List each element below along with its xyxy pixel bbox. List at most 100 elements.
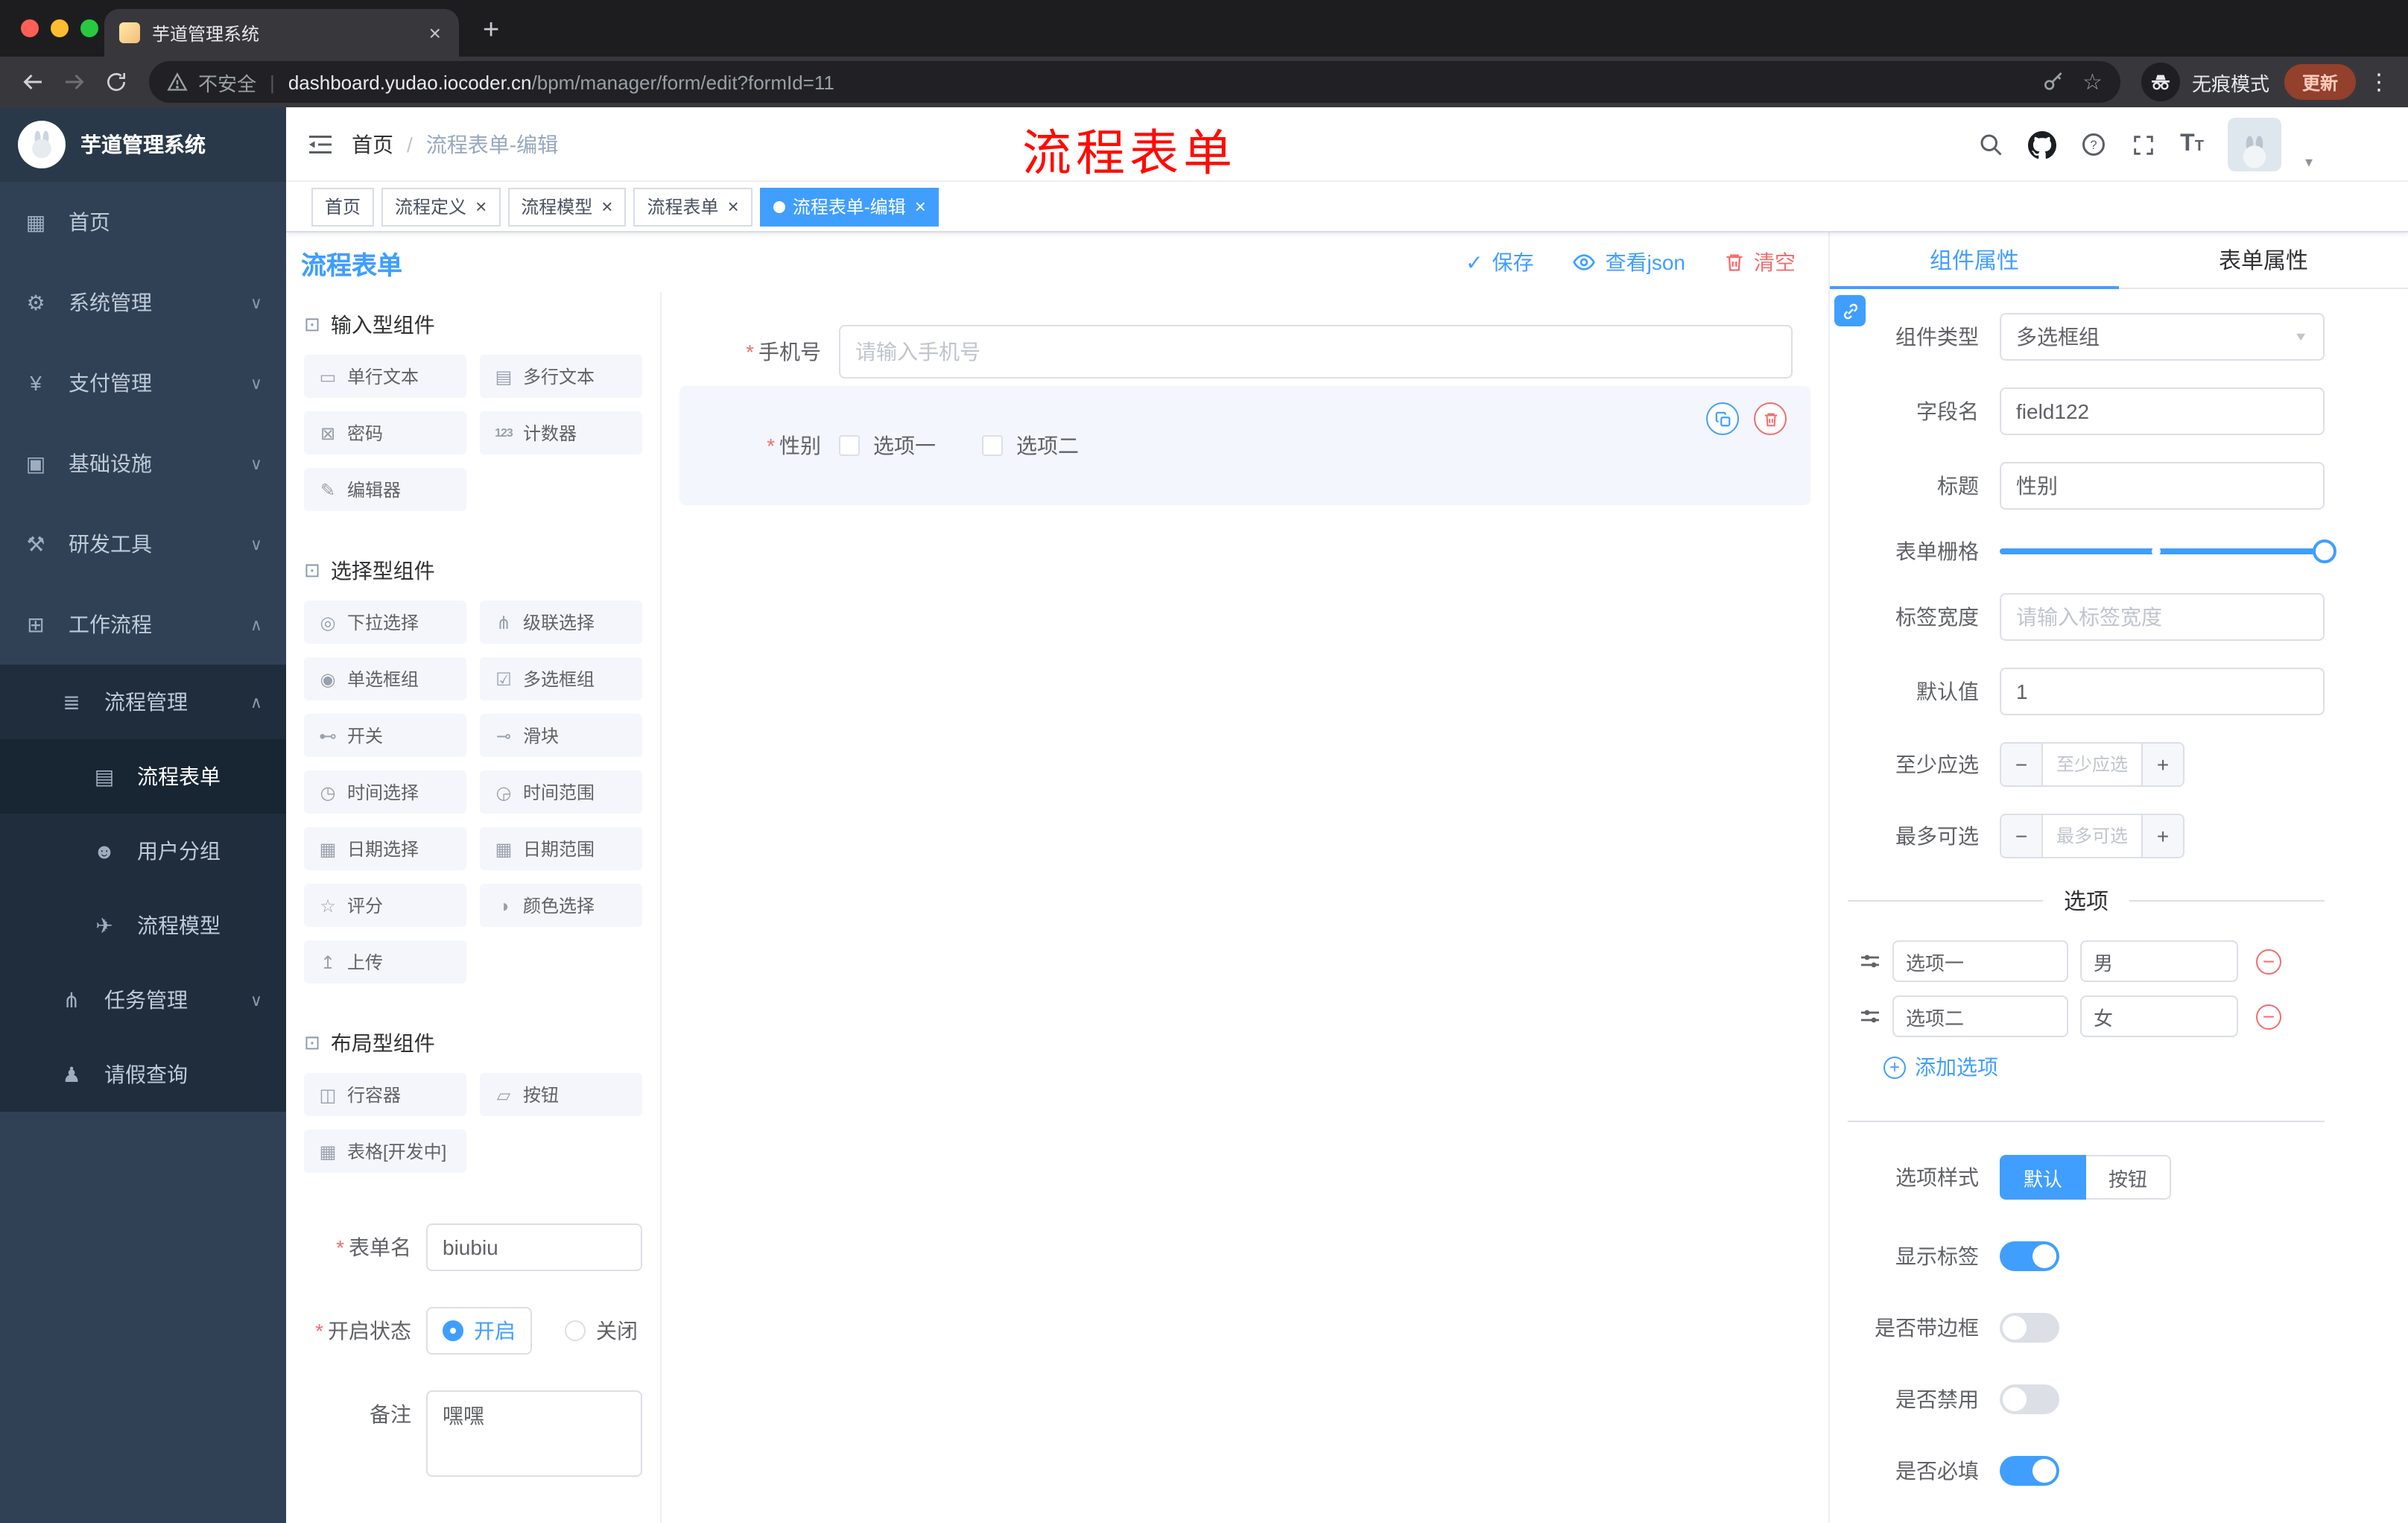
search-icon[interactable] (1977, 131, 2004, 158)
sidebar-item-1[interactable]: ⚙ 系统管理 ∨ (0, 262, 286, 343)
reload-button[interactable] (95, 61, 137, 103)
avatar-caret-icon[interactable]: ▾ (2305, 155, 2313, 171)
breadcrumb-home[interactable]: 首页 (352, 129, 393, 159)
delete-widget-button[interactable] (1754, 402, 1787, 435)
palette-item-counter[interactable]: 123 计数器 (480, 411, 642, 455)
tag-1[interactable]: 流程定义 × (381, 187, 501, 226)
remove-option-icon[interactable]: − (2256, 1004, 2281, 1029)
save-button[interactable]: ✓ 保存 (1466, 247, 1533, 277)
palette-item-date-range[interactable]: ▦ 日期范围 (480, 827, 642, 870)
drag-handle-icon[interactable] (1860, 1006, 1881, 1027)
font-size-icon[interactable]: TT (2180, 132, 2204, 156)
browser-menu-kebab-icon[interactable]: ⋮ (2368, 69, 2390, 95)
palette-item-table[interactable]: ▦ 表格[开发中] (304, 1130, 466, 1173)
palette-item-button[interactable]: ▱ 按钮 (480, 1073, 642, 1116)
decrease-button[interactable]: − (2001, 815, 2043, 857)
checkbox-option-0[interactable]: 选项一 (839, 431, 936, 460)
tag-0[interactable]: 首页 (311, 187, 375, 226)
sidebar-item-5[interactable]: ⊞ 工作流程 ∧ (0, 584, 286, 665)
sidebar-fold-icon[interactable] (307, 132, 334, 156)
link-icon[interactable] (1834, 295, 1866, 326)
view-json-button[interactable]: 查看json (1573, 247, 1685, 277)
grid-slider[interactable] (2000, 539, 2336, 563)
palette-item-textarea[interactable]: ▤ 多行文本 (480, 355, 642, 398)
palette-item-checkbox-group[interactable]: ☑ 多选框组 (480, 657, 642, 700)
palette-item-time-range[interactable]: ◶ 时间范围 (480, 770, 642, 814)
option-value-input[interactable] (2080, 995, 2238, 1037)
forward-button[interactable] (54, 61, 95, 103)
tag-close-icon[interactable]: × (915, 195, 926, 218)
palette-item-date[interactable]: ▦ 日期选择 (304, 827, 466, 870)
tag-2[interactable]: 流程模型 × (507, 187, 627, 226)
clear-button[interactable]: 清空 (1724, 247, 1796, 277)
fullscreen-icon[interactable] (2131, 132, 2156, 157)
sidebar-item-4[interactable]: ⚒ 研发工具 ∨ (0, 504, 286, 584)
back-button[interactable] (12, 61, 54, 103)
form-name-input[interactable] (426, 1223, 642, 1271)
remove-option-icon[interactable]: − (2256, 949, 2281, 974)
tag-close-icon[interactable]: × (475, 195, 487, 218)
sidebar-item-8[interactable]: ☻ 用户分组 (0, 814, 286, 888)
sidebar-item-10[interactable]: ⋔ 任务管理 ∨ (0, 963, 286, 1037)
tab-form-props[interactable]: 表单属性 (2119, 232, 2408, 288)
label-width-input[interactable] (2000, 593, 2325, 641)
title-input[interactable] (2000, 462, 2325, 510)
increase-button[interactable]: + (2141, 744, 2183, 785)
palette-item-upload[interactable]: ↥ 上传 (304, 940, 466, 984)
toggle-switch[interactable] (2000, 1456, 2059, 1486)
palette-item-slider[interactable]: ⊸ 滑块 (480, 714, 642, 757)
tag-close-icon[interactable]: × (728, 195, 739, 218)
palette-item-color[interactable]: ◑ 颜色选择 (480, 884, 642, 927)
palette-item-password[interactable]: ⊠ 密码 (304, 411, 466, 455)
style-button-button[interactable]: 按钮 (2086, 1155, 2172, 1200)
sidebar-item-3[interactable]: ▣ 基础设施 ∨ (0, 423, 286, 504)
palette-item-cascader[interactable]: ⋔ 级联选择 (480, 601, 642, 644)
gender-field-widget[interactable]: * 性别 选项一 选项二 (679, 386, 1810, 505)
close-window-button[interactable] (21, 19, 39, 37)
update-button[interactable]: 更新 (2284, 64, 2356, 100)
add-option-button[interactable]: + 添加选项 (1883, 1052, 2325, 1082)
field-name-input[interactable] (2000, 387, 2325, 435)
palette-item-editor[interactable]: ✎ 编辑器 (304, 468, 466, 511)
tag-close-icon[interactable]: × (601, 195, 612, 218)
tag-4[interactable]: 流程表单-编辑 × (759, 187, 940, 226)
checkbox-option-1[interactable]: 选项二 (982, 431, 1079, 460)
option-label-input[interactable] (1892, 995, 2068, 1037)
user-avatar[interactable] (2227, 118, 2281, 171)
style-default-button[interactable]: 默认 (2000, 1155, 2087, 1200)
zoom-window-button[interactable] (80, 19, 98, 37)
copy-widget-button[interactable] (1706, 402, 1739, 435)
option-value-input[interactable] (2080, 940, 2238, 982)
palette-item-time[interactable]: ◷ 时间选择 (304, 770, 466, 814)
palette-item-select[interactable]: ◎ 下拉选择 (304, 601, 466, 644)
security-label[interactable]: 不安全 (198, 68, 256, 96)
key-icon[interactable] (2041, 70, 2065, 94)
form-remark-textarea[interactable]: 嘿嘿 (426, 1390, 642, 1477)
component-type-select[interactable]: 多选框组 ▼ (2000, 313, 2325, 361)
sidebar-item-9[interactable]: ✈ 流程模型 (0, 888, 286, 963)
address-bar[interactable]: 不安全 | dashboard.yudao.iocoder.cn/bpm/man… (149, 61, 2120, 103)
toggle-switch[interactable] (2000, 1241, 2059, 1271)
radio-open[interactable]: 开启 (426, 1307, 532, 1355)
github-icon[interactable] (2028, 130, 2057, 159)
bookmark-star-icon[interactable]: ☆ (2082, 71, 2103, 93)
phone-input[interactable] (839, 325, 1793, 379)
sidebar-item-6[interactable]: ≣ 流程管理 ∧ (0, 665, 286, 739)
slider-handle[interactable] (2313, 539, 2336, 563)
decrease-button[interactable]: − (2001, 744, 2043, 785)
max-stepper-input[interactable] (2043, 815, 2141, 857)
sidebar-item-2[interactable]: ¥ 支付管理 ∨ (0, 343, 286, 423)
sidebar-item-7[interactable]: ▤ 流程表单 (0, 739, 286, 814)
sidebar-item-0[interactable]: ▦ 首页 (0, 182, 286, 262)
minimize-window-button[interactable] (51, 19, 69, 37)
increase-button[interactable]: + (2141, 815, 2183, 857)
palette-item-switch[interactable]: ⊷ 开关 (304, 714, 466, 757)
new-tab-button[interactable]: + (483, 16, 499, 45)
sidebar-item-11[interactable]: ♟ 请假查询 (0, 1037, 286, 1112)
tab-component-props[interactable]: 组件属性 (1830, 232, 2119, 289)
toggle-switch[interactable] (2000, 1384, 2059, 1414)
min-stepper-input[interactable] (2043, 744, 2141, 785)
phone-field-row[interactable]: * 手机号 (679, 325, 1810, 379)
palette-item-radio-group[interactable]: ◉ 单选框组 (304, 657, 466, 700)
radio-closed[interactable]: 关闭 (565, 1316, 638, 1346)
